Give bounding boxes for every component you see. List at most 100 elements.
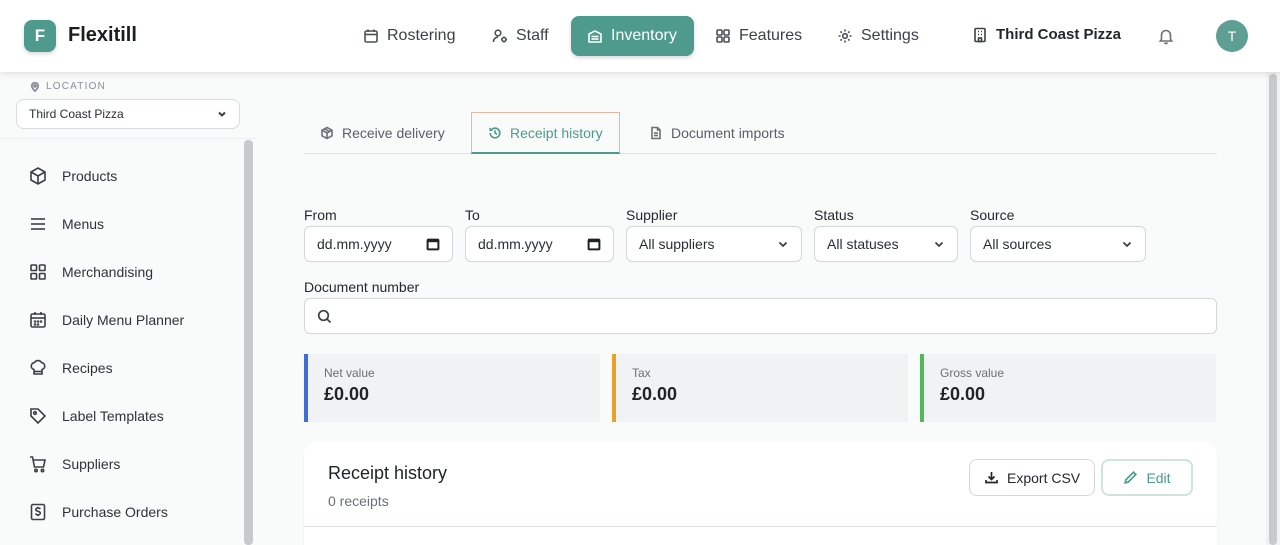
receipt-history-panel: Receipt history 0 receipts Export CSV Ed…: [304, 442, 1217, 545]
net-value-card: Net value £0.00: [304, 354, 600, 422]
sidebar-item-label: Menus: [62, 216, 105, 232]
cart-icon: [30, 456, 46, 473]
staff-icon: [492, 29, 507, 43]
tag-icon: [30, 408, 47, 425]
logo-badge[interactable]: F: [24, 20, 56, 52]
download-icon: [985, 472, 998, 484]
net-value-label: Net value: [324, 366, 375, 380]
panel-divider: [304, 526, 1217, 527]
chef-hat-icon: [30, 359, 46, 375]
store-name: Third Coast Pizza: [996, 26, 1122, 43]
tab-label: Receipt history: [510, 124, 603, 141]
sidebar-item-merchandising[interactable]: Merchandising: [0, 248, 240, 296]
document-number-label: Document number: [304, 279, 420, 295]
sidebar-item-label: Merchandising: [62, 264, 154, 280]
gross-value-amount: £0.00: [940, 384, 986, 404]
document-icon: [651, 126, 661, 139]
sidebar-item-purchase-orders[interactable]: Purchase Orders: [0, 488, 240, 536]
tax-card: Tax £0.00: [612, 354, 908, 422]
edit-button[interactable]: Edit: [1101, 459, 1193, 496]
chevron-down-icon: [778, 241, 788, 248]
nav-label: Features: [739, 27, 803, 44]
grid-icon: [30, 264, 46, 280]
nav-label: Inventory: [611, 27, 677, 44]
sidebar-item-menus[interactable]: Menus: [0, 200, 240, 248]
sidebar-item-suppliers[interactable]: Suppliers: [0, 440, 240, 488]
receipt-count: 0 receipts: [328, 493, 389, 509]
calendar-icon[interactable]: [587, 237, 601, 251]
store-switcher[interactable]: Third Coast Pizza: [972, 26, 1121, 43]
building-icon: [974, 27, 986, 42]
supplier-select[interactable]: All suppliers: [626, 226, 802, 262]
panel-title: Receipt history: [328, 463, 448, 483]
edit-label: Edit: [1146, 469, 1171, 486]
page-scrollbar[interactable]: [1269, 74, 1277, 545]
nav-inventory[interactable]: Inventory: [571, 16, 694, 56]
to-date-input[interactable]: dd.mm.yyyy: [465, 226, 614, 262]
nav-label: Settings: [861, 27, 919, 44]
gross-value-card: Gross value £0.00: [920, 354, 1216, 422]
chevron-down-icon: [218, 111, 226, 117]
brand-name[interactable]: Flexitill: [68, 24, 137, 47]
sidebar-nav: Products Menus Merchandising Daily Menu …: [0, 152, 240, 536]
nav-label: Staff: [516, 27, 549, 44]
nav-settings[interactable]: Settings: [821, 16, 935, 56]
tab-receive-delivery[interactable]: Receive delivery: [304, 112, 461, 153]
calendar-icon: [30, 312, 46, 328]
bell-icon: [1158, 29, 1174, 45]
from-label: From: [304, 207, 337, 223]
net-value-amount: £0.00: [324, 384, 370, 404]
status-label: Status: [814, 207, 854, 223]
inventory-icon: [588, 30, 602, 43]
tab-receipt-history[interactable]: Receipt history: [471, 112, 620, 154]
to-date-value: dd.mm.yyyy: [478, 236, 553, 252]
grid-icon: [716, 29, 730, 43]
chevron-down-icon: [934, 241, 944, 248]
sidebar-scrollbar[interactable]: [244, 140, 253, 545]
chevron-down-icon: [1122, 241, 1132, 248]
box-icon: [30, 167, 46, 185]
sidebar-item-daily-menu-planner[interactable]: Daily Menu Planner: [0, 296, 240, 344]
export-csv-label: Export CSV: [1007, 469, 1081, 486]
document-number-input[interactable]: [304, 298, 1217, 334]
from-date-input[interactable]: dd.mm.yyyy: [304, 226, 453, 262]
sidebar-item-label: Suppliers: [62, 456, 121, 472]
location-label: LOCATION: [30, 81, 106, 92]
sidebar-divider: [0, 138, 256, 139]
status-select[interactable]: All statuses: [814, 226, 958, 262]
notifications-button[interactable]: [1157, 27, 1175, 45]
tax-amount: £0.00: [632, 384, 678, 404]
sidebar-item-label: Daily Menu Planner: [62, 312, 185, 328]
source-value: All sources: [983, 236, 1052, 252]
supplier-label: Supplier: [626, 207, 678, 223]
nav-staff[interactable]: Staff: [476, 16, 565, 56]
location-select[interactable]: Third Coast Pizza: [16, 99, 240, 129]
gross-value-label: Gross value: [940, 366, 1005, 380]
dollar-doc-icon: [30, 503, 46, 521]
tab-document-imports[interactable]: Document imports: [633, 112, 801, 153]
search-icon: [317, 309, 332, 324]
avatar[interactable]: T: [1216, 20, 1248, 52]
calendar-icon: [364, 29, 378, 43]
menu-icon: [31, 218, 45, 230]
source-label: Source: [970, 207, 1015, 223]
nav-label: Rostering: [387, 27, 456, 44]
supplier-value: All suppliers: [639, 236, 715, 252]
sidebar-item-recipes[interactable]: Recipes: [0, 344, 240, 392]
sidebar-item-label: Recipes: [62, 360, 113, 376]
sidebar-item-label-templates[interactable]: Label Templates: [0, 392, 240, 440]
export-csv-button[interactable]: Export CSV: [969, 459, 1096, 496]
sidebar-item-label: Purchase Orders: [62, 504, 168, 520]
tabs-divider: [304, 153, 1217, 154]
to-label: To: [465, 207, 480, 223]
sidebar-item-products[interactable]: Products: [0, 152, 240, 200]
nav-rostering[interactable]: Rostering: [347, 16, 471, 56]
source-select[interactable]: All sources: [970, 226, 1146, 262]
status-value: All statuses: [827, 236, 899, 252]
calendar-icon[interactable]: [426, 237, 440, 251]
nav-features[interactable]: Features: [699, 16, 818, 56]
tax-label: Tax: [632, 366, 651, 380]
gear-icon: [838, 29, 852, 43]
map-pin-icon: [30, 81, 40, 92]
package-icon: [321, 126, 333, 139]
